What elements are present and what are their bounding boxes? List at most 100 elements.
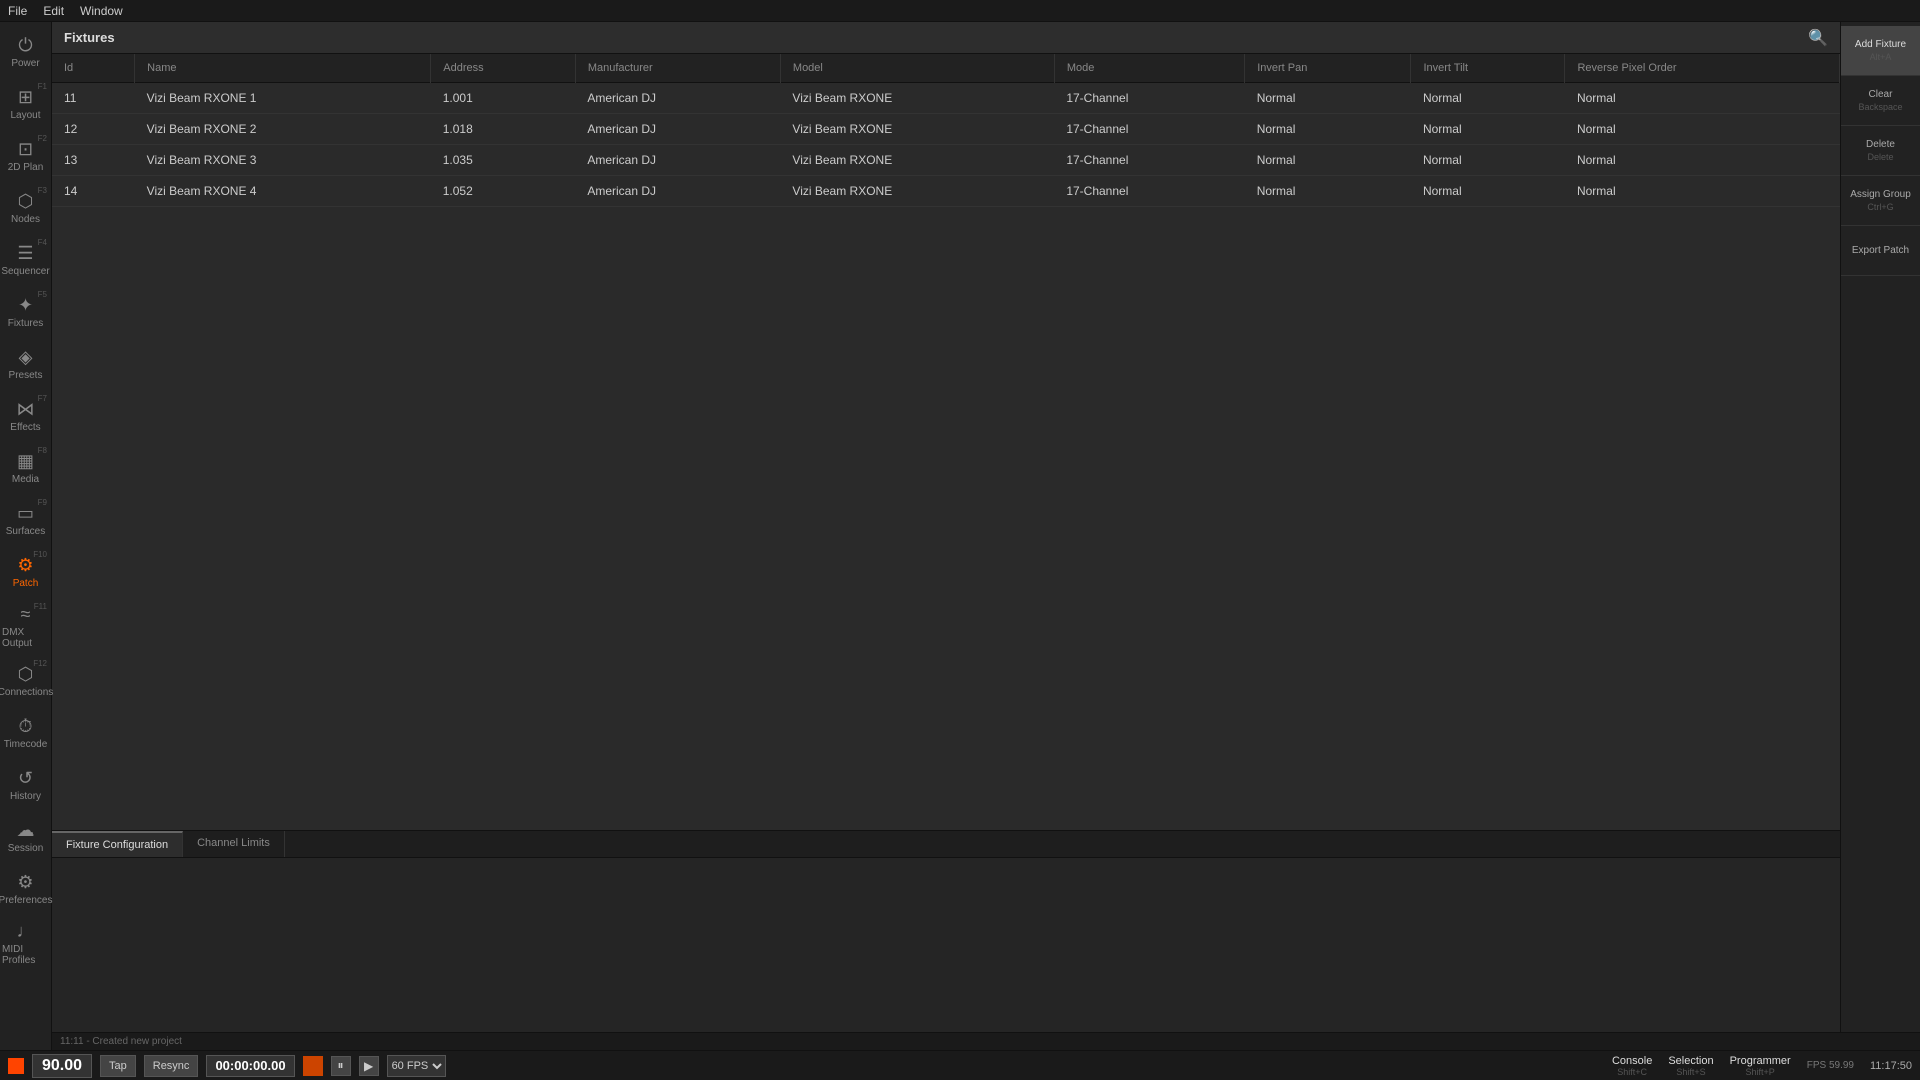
- export-patch-label: Export Patch: [1852, 245, 1909, 256]
- surfaces-icon: ▭: [17, 503, 34, 524]
- delete-label: Delete: [1866, 139, 1895, 150]
- sidebar-item-layout[interactable]: F1 ⊞ Layout: [0, 78, 51, 130]
- timecode-icon: ⏱: [18, 716, 32, 737]
- fps-selector[interactable]: 60 FPS: [387, 1055, 446, 1077]
- table-row[interactable]: 14Vizi Beam RXONE 41.052American DJVizi …: [52, 176, 1840, 207]
- pause-button[interactable]: ⏸: [331, 1056, 351, 1076]
- add-fixture-shortcut: Alt+A: [1870, 52, 1892, 62]
- sidebar-label-presets: Presets: [9, 370, 43, 381]
- sidebar: ⏻ Power F1 ⊞ Layout F2 ⊡ 2D Plan F3 ⬡ No…: [0, 22, 52, 1050]
- programmer-label: Programmer: [1730, 1055, 1791, 1067]
- programmer-shortcut: Shift+P: [1746, 1067, 1775, 1077]
- bottom-content-area: [52, 858, 1840, 1050]
- status-message: 11:11 - Created new project: [60, 1036, 182, 1047]
- sidebar-label-sequencer: Sequencer: [1, 266, 49, 277]
- clear-button[interactable]: Clear Backspace: [1841, 76, 1920, 126]
- sidebar-label-dmxoutput: DMX Output: [2, 627, 49, 649]
- sidebar-label-media: Media: [12, 474, 39, 485]
- presets-icon: ◈: [19, 347, 33, 368]
- sidebar-item-preferences[interactable]: ⚙ Preferences: [0, 863, 51, 915]
- selection-shortcut: Shift+S: [1676, 1067, 1705, 1077]
- title-bar: Fixtures 🔍: [52, 22, 1840, 54]
- resync-button[interactable]: Resync: [144, 1055, 199, 1077]
- sidebar-item-media[interactable]: F8 ▦ Media: [0, 442, 51, 494]
- tap-button[interactable]: Tap: [100, 1055, 136, 1077]
- sidebar-item-effects[interactable]: F7 ⋈ Effects: [0, 390, 51, 442]
- sidebar-item-dmxoutput[interactable]: F11 ≈ DMX Output: [0, 598, 51, 655]
- sidebar-item-power[interactable]: ⏻ Power: [0, 26, 51, 78]
- table-row[interactable]: 13Vizi Beam RXONE 31.035American DJVizi …: [52, 145, 1840, 176]
- transport-right-area: Console Shift+C Selection Shift+S Progra…: [1612, 1055, 1912, 1077]
- table-row[interactable]: 11Vizi Beam RXONE 11.001American DJVizi …: [52, 83, 1840, 114]
- assign-group-button[interactable]: Assign Group Ctrl+G: [1841, 176, 1920, 226]
- sidebar-label-connections: Connections: [0, 687, 53, 698]
- sidebar-label-session: Session: [8, 843, 44, 854]
- col-address: Address: [431, 54, 576, 83]
- fixture-table: Id Name Address Manufacturer Model Mode …: [52, 54, 1840, 207]
- selection-label-area: Selection Shift+S: [1668, 1055, 1713, 1077]
- tab-channel-limits[interactable]: Channel Limits: [183, 831, 285, 857]
- right-panel: Add Fixture Alt+A Clear Backspace Delete…: [1840, 22, 1920, 1050]
- sidebar-label-layout: Layout: [10, 110, 40, 121]
- play-button[interactable]: ▶: [359, 1056, 379, 1076]
- col-reverse-pixel: Reverse Pixel Order: [1565, 54, 1840, 83]
- sidebar-item-surfaces[interactable]: F9 ▭ Surfaces: [0, 494, 51, 546]
- selection-label: Selection: [1668, 1055, 1713, 1067]
- sidebar-label-history: History: [10, 791, 41, 802]
- clear-label: Clear: [1869, 89, 1893, 100]
- search-icon[interactable]: 🔍: [1808, 28, 1828, 48]
- export-patch-button[interactable]: Export Patch: [1841, 226, 1920, 276]
- bpm-indicator[interactable]: [8, 1058, 24, 1074]
- sidebar-item-presets[interactable]: ◈ Presets: [0, 338, 51, 390]
- console-shortcut: Shift+C: [1617, 1067, 1647, 1077]
- tab-fixture-configuration[interactable]: Fixture Configuration: [52, 831, 183, 857]
- fixture-table-container: Id Name Address Manufacturer Model Mode …: [52, 54, 1840, 830]
- bottom-panel: Fixture Configuration Channel Limits: [52, 830, 1840, 1050]
- col-invert-tilt: Invert Tilt: [1411, 54, 1565, 83]
- add-fixture-button[interactable]: Add Fixture Alt+A: [1841, 26, 1920, 76]
- sidebar-item-midiprofiles[interactable]: ♩ MIDI Profiles: [0, 915, 51, 972]
- programmer-label-area: Programmer Shift+P: [1730, 1055, 1791, 1077]
- col-mode: Mode: [1054, 54, 1244, 83]
- page-title: Fixtures: [64, 30, 115, 45]
- console-label: Console: [1612, 1055, 1652, 1067]
- sidebar-item-timecode[interactable]: ⏱ Timecode: [0, 707, 51, 759]
- transport-bar: 90.00 Tap Resync 00:00:00.00 ⏸ ▶ 60 FPS …: [0, 1050, 1920, 1080]
- sidebar-label-preferences: Preferences: [0, 895, 52, 906]
- sidebar-label-2dplan: 2D Plan: [8, 162, 44, 173]
- sidebar-item-sequencer[interactable]: F4 ☰ Sequencer: [0, 234, 51, 286]
- sidebar-item-connections[interactable]: F12 ⬡ Connections: [0, 655, 51, 707]
- effects-icon: ⋈: [17, 399, 35, 420]
- sidebar-item-patch[interactable]: F10 ⚙ Patch: [0, 546, 51, 598]
- sidebar-label-nodes: Nodes: [11, 214, 40, 225]
- 2dplan-icon: ⊡: [18, 139, 33, 160]
- col-manufacturer: Manufacturer: [575, 54, 780, 83]
- connections-icon: ⬡: [18, 664, 34, 685]
- sequencer-icon: ☰: [17, 243, 33, 264]
- assign-group-label: Assign Group: [1850, 189, 1911, 200]
- sidebar-label-patch: Patch: [13, 578, 39, 589]
- sidebar-item-2dplan[interactable]: F2 ⊡ 2D Plan: [0, 130, 51, 182]
- assign-group-shortcut: Ctrl+G: [1867, 202, 1893, 212]
- history-icon: ↺: [18, 768, 33, 789]
- preferences-icon: ⚙: [17, 872, 33, 893]
- col-name: Name: [135, 54, 431, 83]
- sidebar-label-surfaces: Surfaces: [6, 526, 45, 537]
- add-fixture-label: Add Fixture: [1855, 39, 1906, 50]
- sidebar-label-timecode: Timecode: [4, 739, 48, 750]
- sidebar-label-fixtures: Fixtures: [8, 318, 44, 329]
- time-display: 00:00:00.00: [206, 1055, 294, 1077]
- stop-button[interactable]: [303, 1056, 323, 1076]
- sidebar-item-nodes[interactable]: F3 ⬡ Nodes: [0, 182, 51, 234]
- status-bar: 11:11 - Created new project: [52, 1032, 1920, 1050]
- sidebar-item-fixtures[interactable]: F5 ✦ Fixtures: [0, 286, 51, 338]
- sidebar-item-history[interactable]: ↺ History: [0, 759, 51, 811]
- table-row[interactable]: 12Vizi Beam RXONE 21.018American DJVizi …: [52, 114, 1840, 145]
- menu-file[interactable]: File: [8, 4, 27, 18]
- col-model: Model: [780, 54, 1054, 83]
- delete-button[interactable]: Delete Delete: [1841, 126, 1920, 176]
- menu-window[interactable]: Window: [80, 4, 123, 18]
- sidebar-item-session[interactable]: ☁ Session: [0, 811, 51, 863]
- nodes-icon: ⬡: [18, 191, 34, 212]
- menu-edit[interactable]: Edit: [43, 4, 64, 18]
